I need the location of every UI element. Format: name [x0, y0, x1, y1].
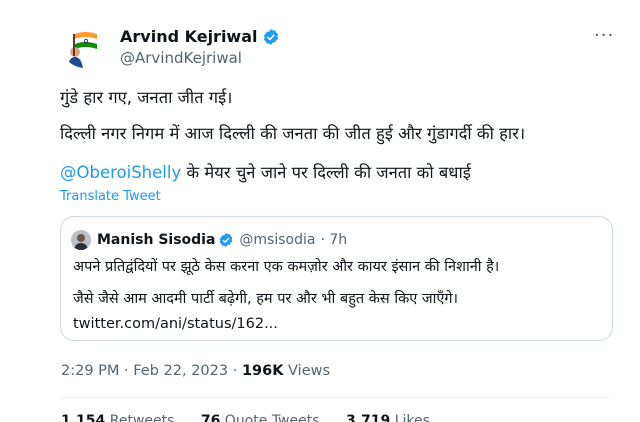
quoted-tweet-age: · 7h	[320, 232, 348, 248]
quoted-text-line-1: अपने प्रतिद्वंदियों पर झूठे केस करना एक …	[73, 259, 500, 275]
retweets-stat[interactable]: 1,154 Retweets	[61, 413, 174, 422]
engagement-stats: 1,154 Retweets 76 Quote Tweets 3,719 Lik…	[61, 411, 452, 422]
divider	[60, 397, 613, 398]
likes-count: 3,719	[345, 413, 391, 422]
mention-link[interactable]: @OberoiShelly	[60, 163, 181, 182]
more-horizontal-icon[interactable]: ···	[594, 27, 614, 45]
author-avatar[interactable]	[61, 20, 109, 68]
likes-label: Likes	[390, 413, 430, 422]
quote-tweets-stat[interactable]: 76 Quote Tweets	[201, 413, 320, 422]
tweet-text-line-3-rest: के मेयर चुने जाने पर दिल्ली की जनता को ब…	[181, 163, 471, 182]
verified-badge-icon	[263, 29, 278, 45]
tweet-text-line-3: @OberoiShelly के मेयर चुने जाने पर दिल्ल…	[60, 161, 471, 185]
flag-person-avatar-icon	[61, 20, 109, 68]
tweet-timestamp: 2:29 PM · Feb 22, 2023 · 196K Views	[61, 361, 330, 381]
quote-tweets-count: 76	[200, 413, 221, 422]
quoted-tweet-card[interactable]: Manish Sisodia @msisodia · 7h अपने प्रति…	[60, 216, 613, 341]
quoted-author-avatar[interactable]	[71, 230, 91, 250]
quoted-author-name[interactable]: Manish Sisodia	[97, 230, 215, 250]
quoted-link[interactable]: twitter.com/ani/status/162...	[73, 314, 278, 334]
author-handle[interactable]: @ArvindKejriwal	[120, 48, 242, 68]
quoted-tweet-header: Manish Sisodia @msisodia · 7h	[97, 230, 347, 250]
person-avatar-icon	[71, 230, 91, 250]
retweets-count: 1,154	[61, 413, 106, 422]
verified-badge-icon	[220, 233, 233, 247]
tweet-text-line-2: दिल्ली नगर निगम में आज दिल्ली की जनता की…	[60, 124, 526, 143]
author-name-text[interactable]: Arvind Kejriwal	[120, 27, 258, 47]
quote-tweets-label: Quote Tweets	[220, 413, 320, 422]
tweet-detail: Arvind Kejriwal @ArvindKejriwal ··· गुंड…	[0, 0, 640, 422]
quoted-text-line-2: जैसे जैसे आम आदमी पार्टी बढ़ेगी, हम पर औ…	[73, 291, 459, 307]
views-count: 196K	[241, 363, 284, 379]
tweet-time-text[interactable]: 2:29 PM · Feb 22, 2023 ·	[61, 363, 242, 379]
retweets-label: Retweets	[105, 413, 175, 422]
author-name[interactable]: Arvind Kejriwal	[120, 27, 280, 47]
tweet-text-line-1: गुंडे हार गए, जनता जीत गई।	[60, 88, 233, 107]
quoted-author-handle[interactable]: @msisodia	[239, 230, 315, 250]
likes-stat[interactable]: 3,719 Likes	[346, 413, 430, 422]
views-label: Views	[283, 363, 331, 379]
translate-tweet-link[interactable]: Translate Tweet	[60, 189, 161, 205]
